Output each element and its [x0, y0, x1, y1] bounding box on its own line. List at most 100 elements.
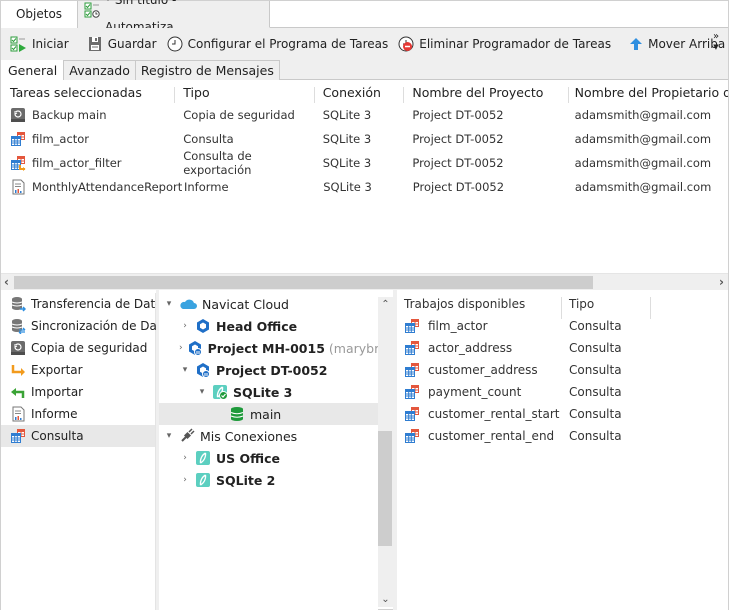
category-label: Consulta [31, 429, 84, 443]
task-connection: SQLite 3 [322, 108, 372, 122]
chevron-right-icon[interactable]: › [179, 453, 191, 463]
tree-label: SQLite 2 [216, 472, 276, 488]
chevron-down-icon[interactable]: ▾ [196, 387, 208, 397]
sqlite-icon [195, 450, 211, 466]
chevron-right-icon[interactable]: › [179, 321, 191, 331]
chevron-right-icon[interactable]: › [179, 475, 191, 485]
category-backup[interactable]: Copia de seguridad [1, 337, 155, 359]
tree-node-my-connections[interactable]: ▾ Mis Conexiones [159, 425, 378, 447]
col-header-type[interactable]: Tipo [175, 85, 316, 103]
col-header-owner[interactable]: Nombre del Propietario de [569, 85, 728, 100]
job-row[interactable]: customer_rental_start Consulta [397, 403, 728, 425]
job-name: customer_address [428, 363, 538, 377]
job-row[interactable]: film_actor Consulta [397, 315, 728, 337]
task-connection: SQLite 3 [322, 156, 372, 170]
tab-message-log[interactable]: Registro de Mensajes [134, 60, 280, 80]
save-button[interactable]: Guardar [84, 32, 160, 56]
scroll-right-icon[interactable]: › [719, 274, 724, 291]
category-export[interactable]: Exportar [1, 359, 155, 381]
task-type: Informe [184, 180, 229, 194]
job-name: film_actor [428, 319, 488, 333]
scrollbar-thumb[interactable] [378, 431, 392, 546]
data-transfer-icon [10, 296, 26, 312]
table-row[interactable]: Backup main Copia de seguridad SQLite 3 … [1, 103, 728, 127]
query-icon [404, 428, 420, 444]
tree-node-project-dt-0052[interactable]: ▾ Project DT-0052 [159, 359, 378, 381]
automation-window: Objetos * Sin título - Automatiza... Ini… [0, 0, 729, 610]
tree-node-us-office[interactable]: › US Office [159, 447, 378, 469]
chevron-down-icon[interactable]: ▾ [179, 365, 191, 375]
scroll-up-icon[interactable]: ⌃ [378, 299, 393, 310]
cloud-icon [179, 297, 197, 311]
chevron-right-icon[interactable]: › [179, 343, 183, 353]
scroll-left-icon[interactable]: ‹ [4, 274, 9, 291]
query-icon [404, 362, 420, 378]
query-icon [404, 318, 420, 334]
table-row[interactable]: film_actor Consulta SQLite 3 Project DT-… [1, 127, 728, 151]
tree-node-navicat-cloud[interactable]: ▾ Navicat Cloud [159, 293, 378, 315]
overflow-icon: » [712, 31, 720, 42]
tree-label: main [250, 406, 282, 422]
category-import[interactable]: Importar [1, 381, 155, 403]
col-header-connection[interactable]: Conexión [315, 85, 405, 103]
start-label: Iniciar [32, 37, 69, 51]
selected-tasks-table: Tareas seleccionadas Tipo Conexión Nombr… [1, 81, 728, 273]
col-header-available-jobs[interactable]: Trabajos disponibles [397, 297, 562, 319]
task-owner: adamsmith@gmail.com [574, 156, 712, 170]
automation-icon [84, 1, 100, 28]
tree-node-main[interactable]: main [159, 403, 378, 425]
job-type: Consulta [569, 341, 622, 355]
report-icon [10, 406, 26, 422]
tab-advanced[interactable]: Avanzado [63, 60, 136, 80]
connection-tree: ▾ Navicat Cloud › Head Office › Project … [159, 293, 378, 610]
set-schedule-button[interactable]: Configurar el Programa de Tareas [164, 32, 392, 56]
tab-automation[interactable]: * Sin título - Automatiza... [78, 0, 270, 34]
job-row[interactable]: customer_rental_end Consulta [397, 425, 728, 447]
tree-node-project-mh-0015[interactable]: › Project MH-0015 (marybrow [159, 337, 378, 359]
job-row[interactable]: actor_address Consulta [397, 337, 728, 359]
category-label: Exportar [31, 363, 83, 377]
table-row[interactable]: film_actor_filter Consulta de exportació… [1, 149, 728, 177]
col-header-project[interactable]: Nombre del Proyecto [404, 85, 569, 103]
shared-project-icon [195, 362, 211, 378]
clock-delete-icon [398, 36, 414, 52]
tree-label: Mis Conexiones [200, 428, 298, 444]
job-row[interactable]: customer_address Consulta [397, 359, 728, 381]
category-data-transfer[interactable]: Transferencia de Datos [1, 293, 169, 315]
scrollbar-thumb[interactable] [14, 276, 593, 289]
job-row[interactable]: payment_count Consulta [397, 381, 728, 403]
job-type: Consulta [569, 407, 622, 421]
col-header-tasks[interactable]: Tareas seleccionadas [1, 85, 176, 103]
tree-node-head-office[interactable]: › Head Office [159, 315, 378, 337]
start-icon [10, 36, 27, 52]
task-connection: SQLite 3 [323, 180, 372, 194]
job-type: Consulta [569, 429, 622, 443]
horizontal-scrollbar[interactable]: ‹ › [1, 273, 728, 290]
backup-icon [10, 340, 26, 356]
tab-general[interactable]: General [1, 60, 65, 81]
chevron-down-icon[interactable]: ▾ [163, 299, 175, 309]
col-header-type[interactable]: Tipo [562, 297, 651, 319]
task-project: Project DT-0052 [412, 156, 504, 170]
task-name: film_actor_filter [32, 156, 122, 170]
delete-schedule-button[interactable]: Eliminar Programador de Tareas [395, 32, 614, 56]
tab-objects[interactable]: Objetos [1, 1, 78, 28]
tree-node-sqlite2[interactable]: › SQLite 2 [159, 469, 378, 491]
tree-vertical-scrollbar[interactable]: ⌃ ⌄ [378, 297, 393, 607]
category-data-sync[interactable]: Sincronización de Datos [1, 315, 175, 337]
table-row[interactable]: MonthlyAttendanceReport Informe SQLite 3… [1, 175, 728, 199]
toolbar-overflow-button[interactable]: » ▼ [710, 32, 722, 52]
query-icon [10, 428, 26, 444]
job-type: Consulta [569, 385, 622, 399]
scroll-down-icon[interactable]: ⌄ [378, 594, 393, 605]
start-button[interactable]: Iniciar [7, 32, 72, 56]
category-label: Importar [31, 385, 84, 399]
category-query[interactable]: Consulta [1, 425, 155, 447]
job-type: Consulta [569, 319, 622, 333]
tree-label: Project DT-0052 [216, 362, 328, 378]
tree-node-sqlite3[interactable]: ▾ SQLite 3 [159, 381, 378, 403]
task-project: Project DT-0052 [412, 132, 504, 146]
category-report[interactable]: Informe [1, 403, 155, 425]
job-name: actor_address [428, 341, 513, 355]
chevron-down-icon[interactable]: ▾ [163, 431, 175, 441]
